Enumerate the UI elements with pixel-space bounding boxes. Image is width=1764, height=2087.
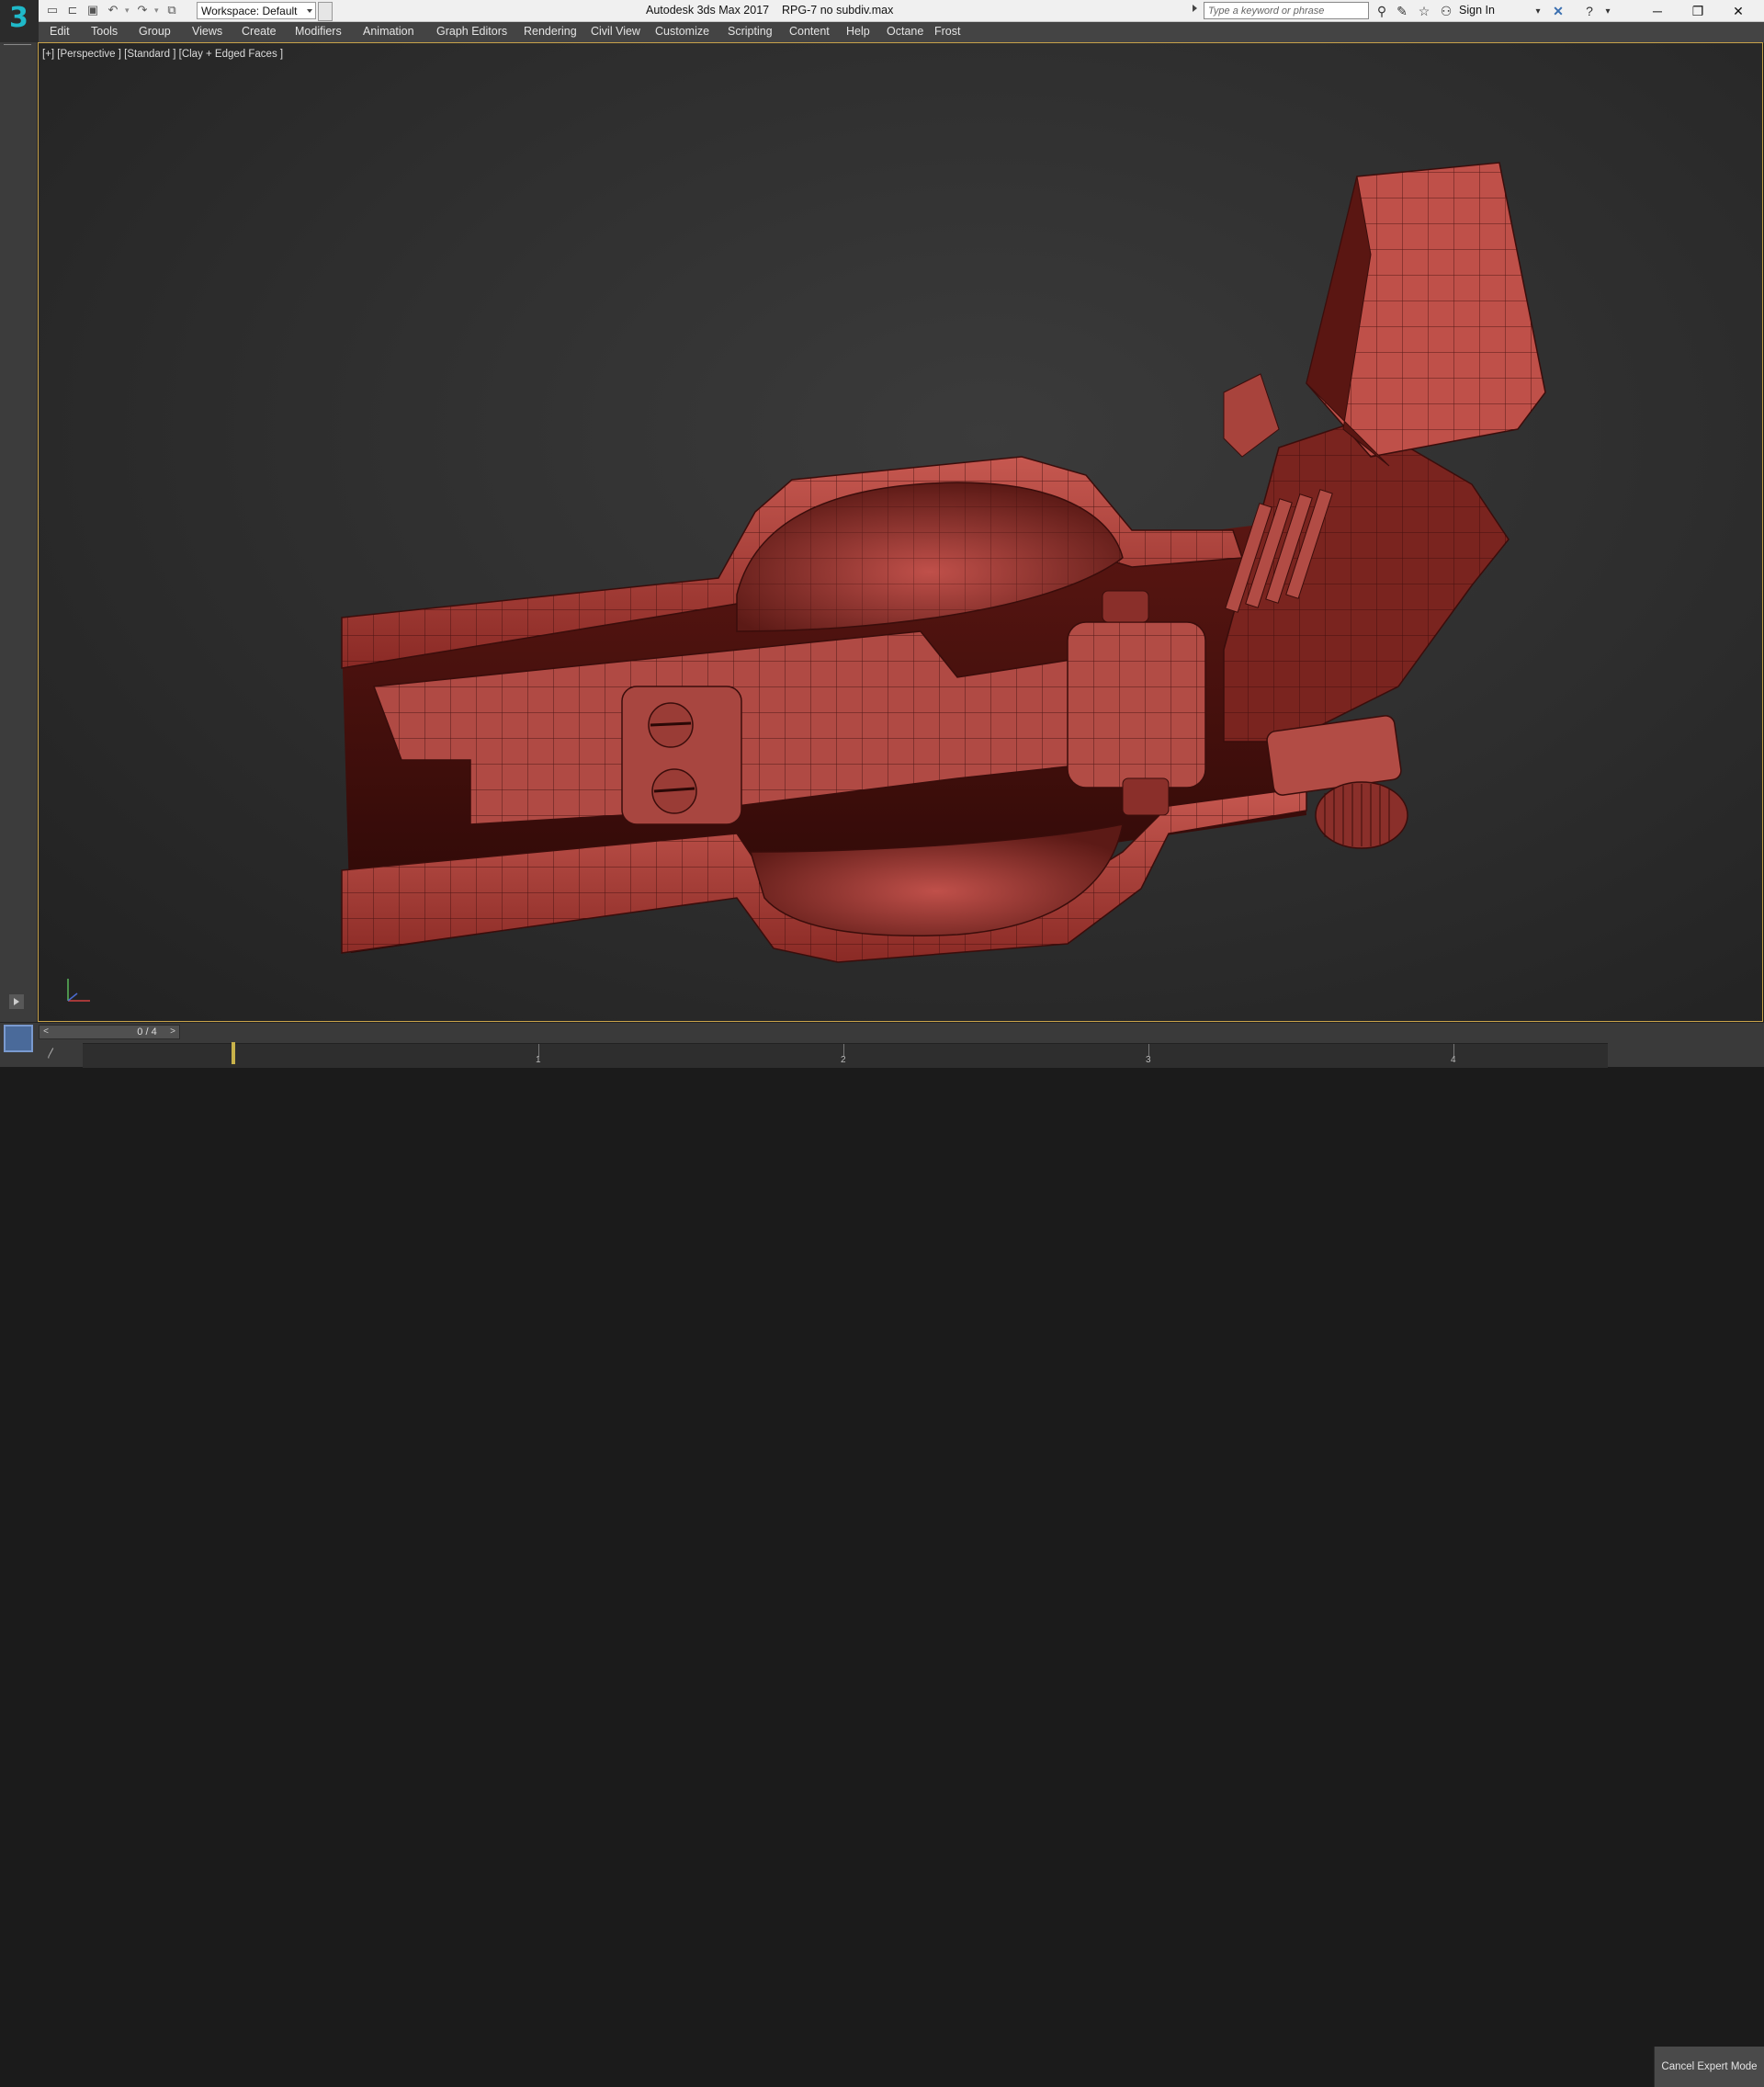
search-expand-icon[interactable] xyxy=(1193,5,1197,12)
menu-frost[interactable]: Frost xyxy=(934,25,960,38)
menu-customize[interactable]: Customize xyxy=(655,25,709,38)
sign-in-button[interactable]: Sign In xyxy=(1459,4,1495,17)
binoculars-icon[interactable]: ⚲ xyxy=(1373,2,1391,20)
menu-create[interactable]: Create xyxy=(242,25,277,38)
ribbon-handle[interactable] xyxy=(4,44,31,45)
left-ribbon-strip xyxy=(0,42,38,1022)
screw-top-slot xyxy=(650,721,692,727)
track-bar[interactable]: 1 2 3 4 xyxy=(83,1043,1608,1068)
menu-graph-editors[interactable]: Graph Editors xyxy=(436,25,507,38)
menu-group[interactable]: Group xyxy=(139,25,171,38)
perspective-viewport[interactable]: [+] [Perspective ] [Standard ] [Clay + E… xyxy=(38,42,1763,1022)
undo-dropdown-icon[interactable]: ▾ xyxy=(125,6,130,16)
project-icon[interactable]: ⧉ xyxy=(164,2,180,18)
menu-octane[interactable]: Octane xyxy=(887,25,923,38)
open-file-icon[interactable]: ⊏ xyxy=(64,2,81,18)
pin-bottom xyxy=(1122,777,1170,816)
menu-bar: Edit Tools Group Views Create Modifiers … xyxy=(39,22,1764,43)
ruler-label: 1 xyxy=(536,1055,541,1065)
help-icon[interactable]: ? xyxy=(1580,2,1599,20)
title-bar: ▭ ⊏ ▣ ↶ ▾ ↷ ▾ ⧉ Workspace: Default Autod… xyxy=(0,0,1764,22)
time-slider-next[interactable]: > xyxy=(166,1026,179,1038)
app-menu-button[interactable]: 3 xyxy=(0,0,39,42)
redo-dropdown-icon[interactable]: ▾ xyxy=(154,6,160,16)
restore-button[interactable]: ❐ xyxy=(1678,0,1718,22)
cancel-expert-mode-button[interactable]: Cancel Expert Mode xyxy=(1654,2047,1764,2087)
axis-z xyxy=(67,992,78,1002)
help-dropdown-icon[interactable]: ▾ xyxy=(1599,2,1617,20)
app-logo-icon: 3 xyxy=(9,2,28,34)
play-button[interactable] xyxy=(9,994,24,1009)
menu-animation[interactable]: Animation xyxy=(363,25,414,38)
workspace-label: Workspace: Default xyxy=(201,5,298,17)
play-icon xyxy=(14,998,19,1005)
mini-viewport-button[interactable] xyxy=(4,1025,33,1052)
undo-icon[interactable]: ↶ xyxy=(105,2,121,18)
ruler-label: 4 xyxy=(1451,1055,1456,1065)
menu-help[interactable]: Help xyxy=(846,25,870,38)
file-name: RPG-7 no subdiv.max xyxy=(782,4,894,17)
cylinder-block-wire xyxy=(1068,622,1205,788)
time-slider-frame: 0 / 4 xyxy=(137,1026,157,1038)
search-input[interactable]: Type a keyword or phrase xyxy=(1204,2,1369,19)
save-icon[interactable]: ▣ xyxy=(85,2,101,18)
time-slider[interactable]: < 0 / 4 > xyxy=(39,1025,180,1039)
side-block xyxy=(1223,373,1280,458)
close-button[interactable]: ✕ xyxy=(1718,0,1758,22)
time-cursor[interactable] xyxy=(232,1042,235,1064)
menu-edit[interactable]: Edit xyxy=(50,25,70,38)
chevron-down-icon xyxy=(307,9,312,13)
quick-access-toolbar: ▭ ⊏ ▣ ↶ ▾ ↷ ▾ ⧉ xyxy=(44,2,180,18)
ruler-label: 3 xyxy=(1146,1055,1151,1065)
menu-modifiers[interactable]: Modifiers xyxy=(295,25,342,38)
new-file-icon[interactable]: ▭ xyxy=(44,2,61,18)
minimize-button[interactable]: ─ xyxy=(1637,0,1678,22)
menu-scripting[interactable]: Scripting xyxy=(728,25,773,38)
workspace-dropdown[interactable]: Workspace: Default xyxy=(197,2,316,19)
menu-views[interactable]: Views xyxy=(192,25,222,38)
ruler-label: 2 xyxy=(841,1055,846,1065)
sign-in-dropdown-icon[interactable]: ▾ xyxy=(1529,2,1547,20)
rpg7-model[interactable] xyxy=(39,43,1762,1021)
time-slider-prev[interactable]: < xyxy=(40,1026,52,1038)
window-title: Autodesk 3ds Max 2017 RPG-7 no subdiv.ma… xyxy=(646,4,893,17)
menu-tools[interactable]: Tools xyxy=(91,25,118,38)
user-icon: ⚇ xyxy=(1440,3,1453,18)
menu-rendering[interactable]: Rendering xyxy=(524,25,577,38)
communication-icon[interactable]: ✎ xyxy=(1393,2,1411,20)
workspace-options-button[interactable] xyxy=(318,2,333,21)
exchange-icon[interactable]: ✕ xyxy=(1549,2,1567,20)
time-bar: < 0 / 4 > 〳 1 2 3 4 Cancel Expert Mode xyxy=(0,1022,1764,2087)
menu-content[interactable]: Content xyxy=(789,25,830,38)
curve-editor-icon[interactable]: 〳 xyxy=(46,1045,57,1061)
star-icon[interactable]: ☆ xyxy=(1415,2,1433,20)
pin-top xyxy=(1102,590,1149,623)
menu-civil-view[interactable]: Civil View xyxy=(591,25,640,38)
axis-gizmo xyxy=(67,979,90,1002)
app-title: Autodesk 3ds Max 2017 xyxy=(646,4,770,17)
redo-icon[interactable]: ↷ xyxy=(134,2,151,18)
